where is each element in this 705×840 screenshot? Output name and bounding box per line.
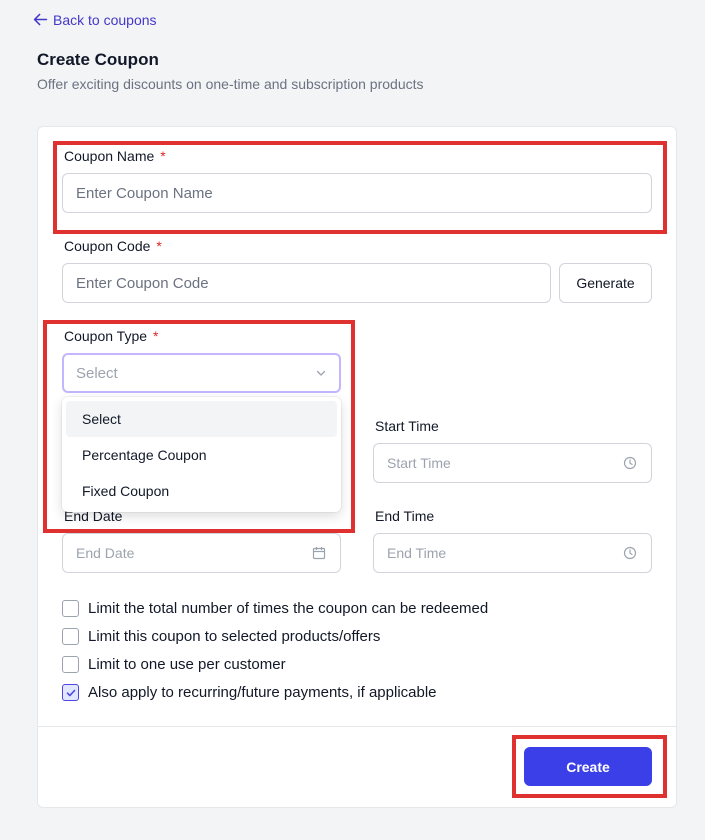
end-time-input[interactable]: [373, 533, 652, 573]
required-marker: *: [160, 148, 166, 164]
checkbox[interactable]: [62, 656, 79, 673]
option-label: Limit to one use per customer: [88, 656, 286, 673]
option-limit-total-redemptions[interactable]: Limit the total number of times the coup…: [62, 600, 488, 617]
coupon-code-label: Coupon Code *: [64, 238, 162, 254]
coupon-type-select[interactable]: Select: [62, 353, 341, 393]
back-link-label: Back to coupons: [53, 11, 157, 28]
option-label: Limit this coupon to selected products/o…: [88, 628, 381, 645]
coupon-code-input[interactable]: [62, 263, 551, 303]
clock-icon: [623, 546, 637, 560]
dropdown-option-fixed-coupon[interactable]: Fixed Coupon: [66, 473, 337, 509]
footer-divider: [38, 726, 676, 727]
dropdown-option-percentage-coupon[interactable]: Percentage Coupon: [66, 437, 337, 473]
checkbox-checked[interactable]: [62, 684, 79, 701]
coupon-type-label: Coupon Type *: [64, 328, 159, 344]
required-marker: *: [153, 328, 159, 344]
create-button[interactable]: Create: [524, 747, 652, 786]
calendar-icon: [312, 547, 326, 560]
page-subtitle: Offer exciting discounts on one-time and…: [37, 76, 424, 92]
coupon-type-selected-value: Select: [76, 364, 118, 382]
chevron-down-icon: [316, 370, 326, 376]
option-limit-selected-products[interactable]: Limit this coupon to selected products/o…: [62, 628, 380, 645]
coupon-type-dropdown: Select Percentage Coupon Fixed Coupon: [62, 397, 341, 512]
coupon-name-label: Coupon Name *: [64, 148, 166, 164]
generate-button[interactable]: Generate: [559, 263, 652, 303]
option-label: Limit the total number of times the coup…: [88, 600, 489, 617]
back-to-coupons-link[interactable]: Back to coupons: [32, 11, 157, 28]
clock-icon: [623, 456, 637, 470]
option-apply-recurring-payments[interactable]: Also apply to recurring/future payments,…: [62, 684, 437, 701]
dropdown-option-select[interactable]: Select: [66, 401, 337, 437]
checkbox[interactable]: [62, 600, 79, 617]
end-date-input[interactable]: [62, 533, 341, 573]
option-label: Also apply to recurring/future payments,…: [88, 684, 437, 701]
checkbox[interactable]: [62, 628, 79, 645]
start-time-input[interactable]: [373, 443, 652, 483]
arrow-left-icon: [33, 13, 48, 26]
end-time-label: End Time: [375, 508, 435, 524]
start-time-label: Start Time: [375, 418, 439, 434]
option-one-use-per-customer[interactable]: Limit to one use per customer: [62, 656, 286, 673]
check-icon: [66, 689, 75, 696]
coupon-name-input[interactable]: [62, 173, 652, 213]
page-title: Create Coupon: [37, 50, 159, 69]
required-marker: *: [156, 238, 162, 254]
